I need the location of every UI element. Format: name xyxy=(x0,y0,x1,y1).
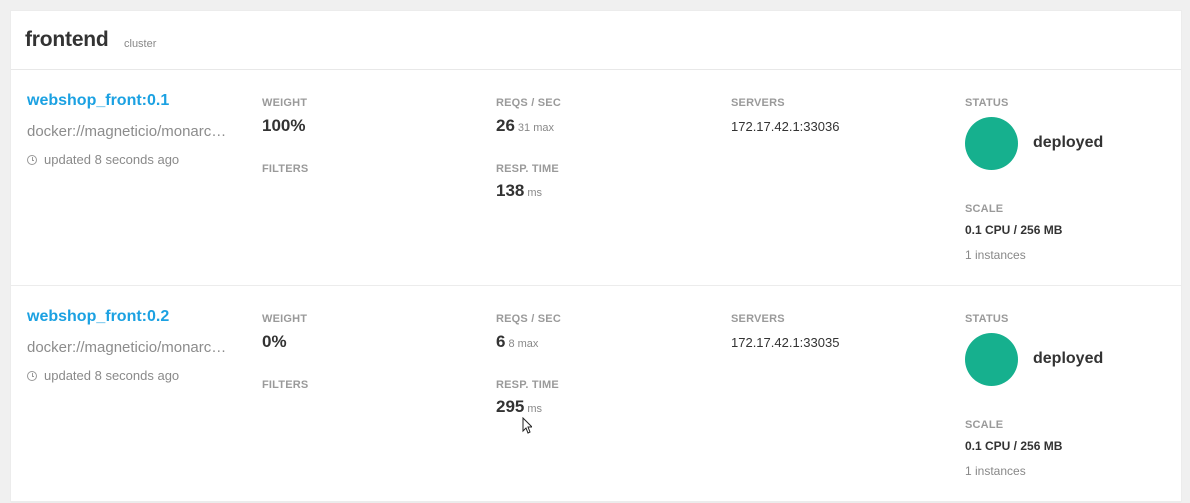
scale-label: SCALE xyxy=(965,419,1004,431)
service-row: webshop_front:0.1 docker://magneticio/mo… xyxy=(11,70,1181,286)
reqs-label: REQS / SEC xyxy=(496,97,561,109)
scale-label: SCALE xyxy=(965,203,1004,215)
mouse-cursor-icon xyxy=(522,417,532,434)
resp-time-value: 138 ms xyxy=(496,181,542,201)
reqs-value: 26 31 max xyxy=(496,116,554,136)
weight-value: 0% xyxy=(262,332,287,351)
resp-time-number: 295 xyxy=(496,397,525,416)
scale-value: 0.1 CPU / 256 MB xyxy=(965,223,1063,237)
service-row: webshop_front:0.2 docker://magneticio/mo… xyxy=(11,286,1181,503)
clock-icon xyxy=(27,154,37,165)
servers-label: SERVERS xyxy=(731,313,785,325)
filters-label: FILTERS xyxy=(262,163,309,175)
status-indicator xyxy=(965,333,1018,386)
cluster-panel: frontend cluster webshop_front:0.1 docke… xyxy=(10,10,1182,503)
resp-time-value: 295 ms xyxy=(496,397,542,417)
weight-label: WEIGHT xyxy=(262,97,308,109)
servers-label: SERVERS xyxy=(731,97,785,109)
weight-label: WEIGHT xyxy=(262,313,308,325)
reqs-max: 31 max xyxy=(517,122,554,134)
cluster-header: frontend cluster xyxy=(11,11,1181,70)
reqs-number: 26 xyxy=(496,116,515,135)
service-name-link[interactable]: webshop_front:0.2 xyxy=(27,308,169,326)
status-text: deployed xyxy=(1033,350,1104,367)
weight-value: 100% xyxy=(262,116,306,135)
updated-text: updated 8 seconds ago xyxy=(44,368,180,383)
reqs-value: 68 max xyxy=(496,332,538,352)
status-indicator xyxy=(965,117,1018,170)
cluster-title: frontend xyxy=(25,28,109,51)
reqs-label: REQS / SEC xyxy=(496,313,561,325)
server-address[interactable]: 172.17.42.1:33036 xyxy=(731,119,839,134)
resp-time-unit: ms xyxy=(527,403,543,415)
scale-value: 0.1 CPU / 256 MB xyxy=(965,439,1063,453)
service-image: docker://magneticio/monarch:0.2 xyxy=(27,339,232,356)
clock-icon xyxy=(27,370,37,381)
resp-time-number: 138 xyxy=(496,181,525,200)
server-address[interactable]: 172.17.42.1:33035 xyxy=(731,335,839,350)
instances-count: 1 instances xyxy=(965,464,1026,478)
status-text: deployed xyxy=(1033,134,1104,151)
service-image: docker://magneticio/monarch:0.1 xyxy=(27,123,232,140)
service-updated: updated 8 seconds ago xyxy=(27,368,179,383)
status-label: STATUS xyxy=(965,97,1009,109)
resp-time-label: RESP. TIME xyxy=(496,163,559,175)
service-name-link[interactable]: webshop_front:0.1 xyxy=(27,92,169,110)
filters-label: FILTERS xyxy=(262,379,309,391)
reqs-number: 6 xyxy=(496,332,506,351)
status-label: STATUS xyxy=(965,313,1009,325)
updated-text: updated 8 seconds ago xyxy=(44,152,180,167)
resp-time-unit: ms xyxy=(527,187,543,199)
cluster-subtitle: cluster xyxy=(124,38,157,50)
instances-count: 1 instances xyxy=(965,248,1026,262)
resp-time-label: RESP. TIME xyxy=(496,379,559,391)
reqs-max: 8 max xyxy=(508,338,539,350)
service-updated: updated 8 seconds ago xyxy=(27,152,179,167)
